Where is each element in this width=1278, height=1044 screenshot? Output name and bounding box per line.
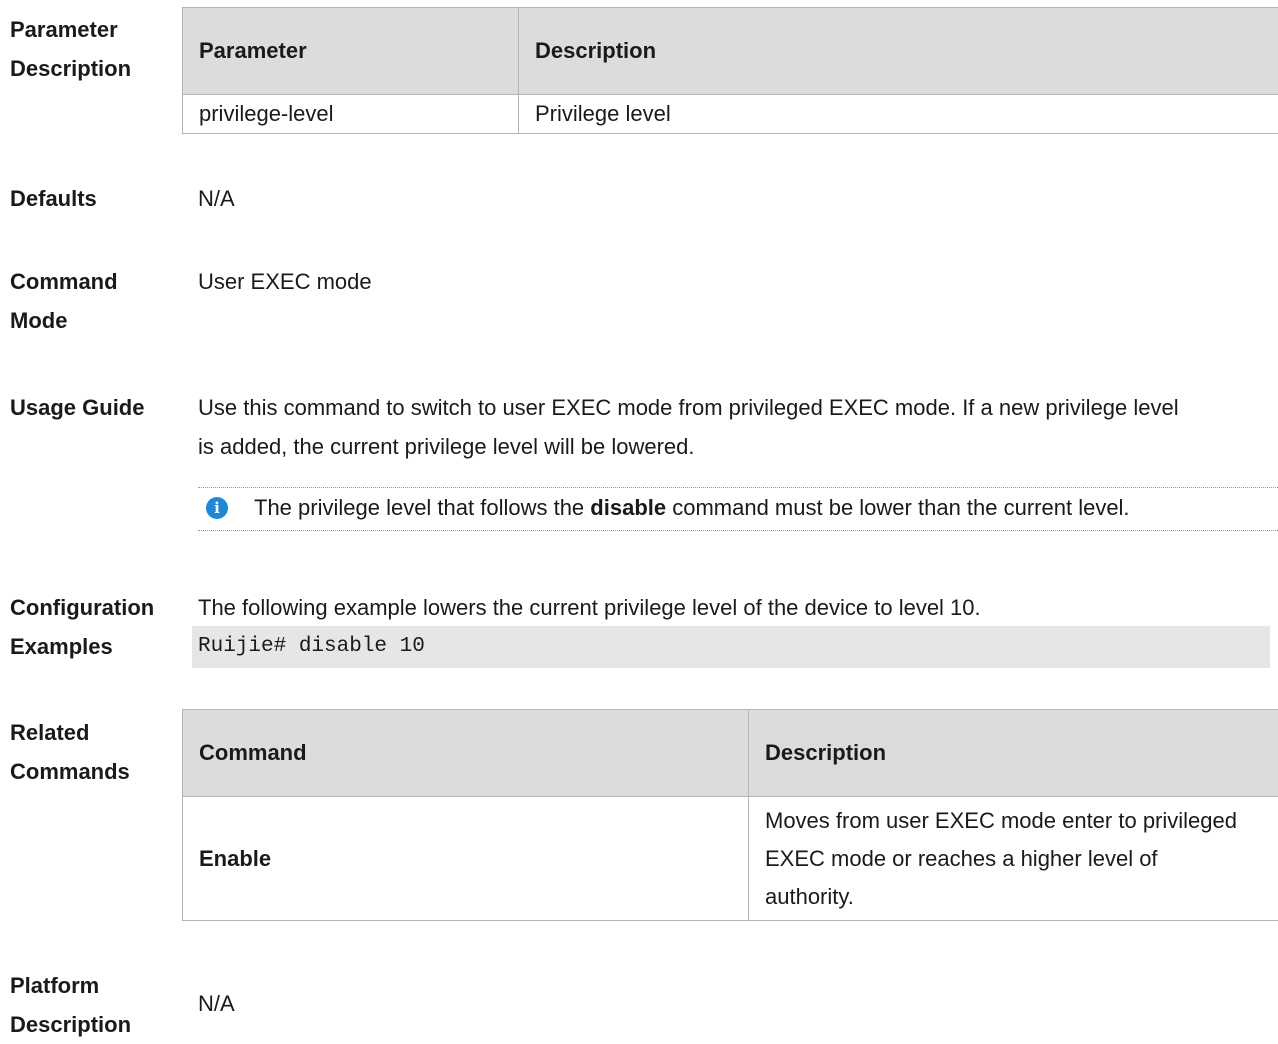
usage-guide-line1: Use this command to switch to user EXEC …: [198, 388, 1179, 427]
table-row: Enable Moves from user EXEC mode enter t…: [183, 797, 1278, 921]
parameter-header: Parameter: [183, 8, 519, 95]
usage-guide-label: Usage Guide: [10, 388, 144, 427]
usage-guide-line2: is added, the current privilege level wi…: [198, 427, 694, 466]
command-description-cell: Moves from user EXEC mode enter to privi…: [749, 797, 1278, 921]
description-cell: Privilege level: [519, 95, 1278, 134]
usage-note-text: The privilege level that follows the dis…: [254, 488, 1130, 528]
defaults-label: Defaults: [10, 179, 97, 218]
parameter-table-header: Parameter Description: [183, 8, 1278, 95]
command-cell: Enable: [183, 797, 749, 921]
related-commands-label: Related Commands: [10, 713, 130, 791]
parameter-table: Parameter Description privilege-level Pr…: [182, 7, 1278, 134]
command-mode-label: Command Mode: [10, 262, 118, 340]
platform-description-label: Platform Description: [10, 966, 131, 1044]
info-icon: i: [206, 497, 228, 519]
defaults-value: N/A: [198, 179, 235, 218]
code-example: Ruijie# disable 10: [192, 626, 1270, 668]
configuration-examples-label: Configuration Examples: [10, 588, 154, 666]
related-commands-table: Command Description Enable Moves from us…: [182, 709, 1278, 921]
usage-note: i The privilege level that follows the d…: [198, 487, 1278, 531]
platform-description-value: N/A: [198, 984, 235, 1023]
related-description-header: Description: [749, 710, 1278, 797]
parameter-cell: privilege-level: [183, 95, 519, 134]
description-header: Description: [519, 8, 1278, 95]
command-header: Command: [183, 710, 749, 797]
parameter-description-label: Parameter Description: [10, 10, 131, 88]
command-mode-value: User EXEC mode: [198, 262, 372, 301]
related-commands-header: Command Description: [183, 710, 1278, 797]
configuration-example-text: The following example lowers the current…: [198, 588, 981, 627]
table-row: privilege-level Privilege level: [183, 95, 1278, 134]
note-command-name: disable: [590, 495, 666, 520]
